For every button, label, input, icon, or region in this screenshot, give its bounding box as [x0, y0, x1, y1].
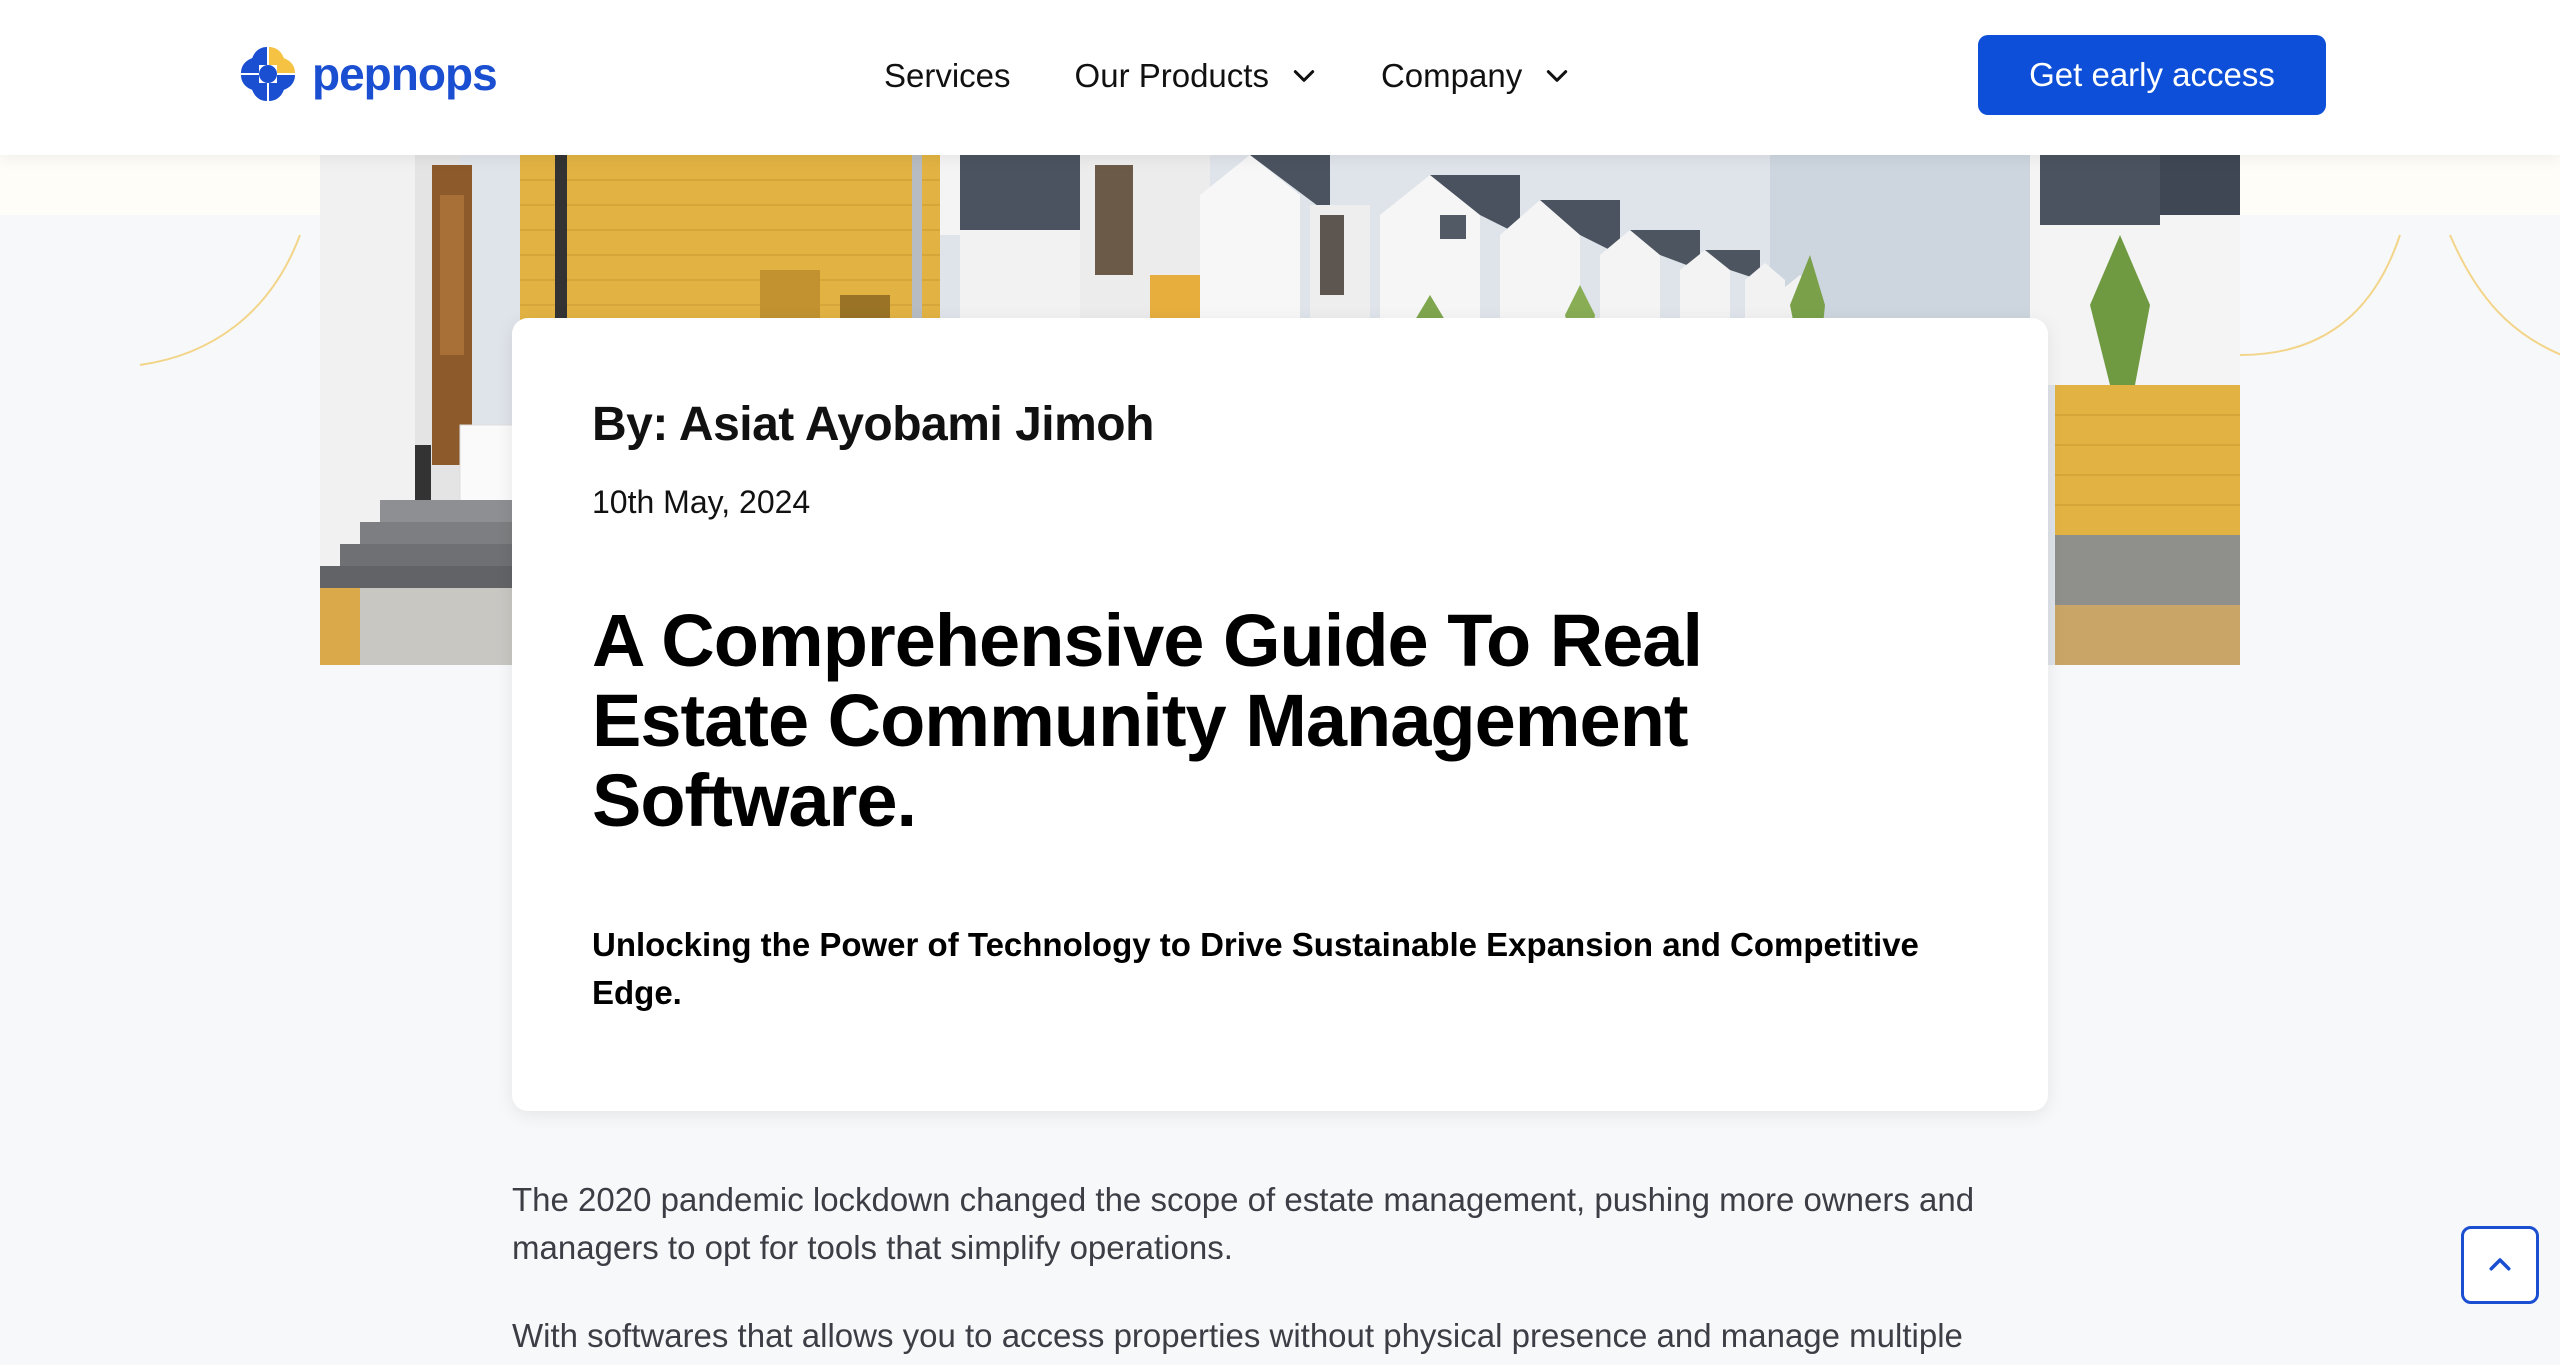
nav-item-company[interactable]: Company: [1381, 57, 1570, 95]
logo-link[interactable]: pepnops: [238, 44, 498, 104]
article-paragraph: The 2020 pandemic lockdown changed the s…: [512, 1181, 1975, 1266]
chevron-down-icon: [1547, 70, 1568, 82]
get-early-access-button[interactable]: Get early access: [1978, 35, 2326, 115]
nav-item-label: Company: [1380, 57, 1523, 94]
logo-icon: [241, 47, 295, 101]
chevron-down-icon: [1293, 70, 1315, 82]
article-author: By: Asiat Ayobami Jimoh: [592, 398, 1154, 451]
article-paragraph: With softwares that allows you to access…: [512, 1317, 1963, 1354]
scroll-to-top-button[interactable]: [2461, 1226, 2539, 1304]
article-subtitle: Unlocking the Power of Technology to Dri…: [592, 925, 1919, 1011]
chevron-up-icon: [2489, 1258, 2511, 1271]
decorative-arc-edge: [2449, 234, 2560, 356]
article-body: The 2020 pandemic lockdown changed the s…: [512, 1176, 2072, 1365]
article-card: By: Asiat Ayobami Jimoh 10th May, 2024 A…: [512, 318, 2048, 1111]
nav-item-services[interactable]: Services: [884, 57, 1011, 95]
nav-item-label: Services: [884, 57, 1011, 94]
article-date: 10th May, 2024: [592, 483, 811, 520]
nav-item-our-products[interactable]: Our Products: [1075, 57, 1317, 95]
nav-item-label: Our Products: [1074, 57, 1269, 94]
site-header: pepnops Services Our Products Company Ge…: [0, 0, 2560, 155]
logo-text: pepnops: [312, 48, 498, 100]
main-nav: Services Our Products Company: [884, 50, 1634, 102]
article-title: A Comprehensive Guide To Real Estate Com…: [592, 598, 1703, 842]
page: pepnops Services Our Products Company Ge…: [0, 0, 2560, 1365]
